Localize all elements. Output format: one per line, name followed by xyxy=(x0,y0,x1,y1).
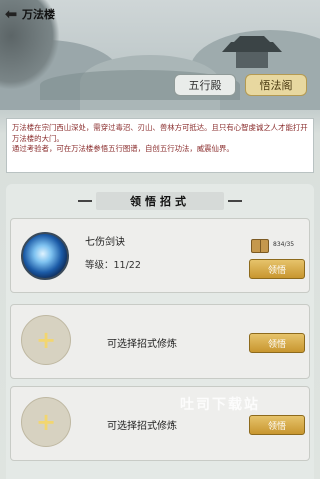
book-count: 834/35 xyxy=(273,241,295,248)
add-skill-icon[interactable]: + xyxy=(21,315,71,365)
top-bar: ⬅ 万法楼 xyxy=(0,4,100,24)
comprehend-button[interactable]: 领悟 xyxy=(249,259,305,279)
skill-name: 七伤剑诀 xyxy=(85,237,125,248)
description-line-1: 万法楼在宗门西山深处，需穿过毒沼、刃山、兽林方可抵达。且只有心智虔诚之人才能打开… xyxy=(12,123,308,143)
empty-slot-label: 可选择招式修炼 xyxy=(107,339,177,350)
comprehend-button[interactable]: 领悟 xyxy=(249,415,305,435)
pagoda-illustration xyxy=(222,36,282,72)
tab-wufa-pavilion[interactable]: 悟法阁 xyxy=(245,74,307,96)
skill-card: 七伤剑诀 等级：11/22 834/35 领悟 xyxy=(10,218,310,293)
empty-skill-slot: + 可选择招式修炼 领悟 xyxy=(10,304,310,379)
section-title: 领悟招式 xyxy=(78,192,242,210)
back-arrow-icon[interactable]: ⬅ xyxy=(0,4,22,24)
tab-wuxing-hall[interactable]: 五行殿 xyxy=(174,74,236,96)
book-icon xyxy=(251,239,269,253)
empty-slot-label: 可选择招式修炼 xyxy=(107,421,177,432)
watermark-text: 吐司下载站 xyxy=(180,397,260,413)
empty-skill-slot: + 可选择招式修炼 领悟 xyxy=(10,386,310,461)
skill-level: 等级：11/22 xyxy=(85,260,141,271)
description-box: 万法楼在宗门西山深处，需穿过毒沼、刃山、兽林方可抵达。且只有心智虔诚之人才能打开… xyxy=(6,118,314,173)
add-skill-icon[interactable]: + xyxy=(21,397,71,447)
comprehend-button[interactable]: 领悟 xyxy=(249,333,305,353)
skill-sword-icon[interactable] xyxy=(21,232,69,280)
description-line-2: 通过考验者，可在万法楼参悟五行图谱，自创五行功法，威震仙界。 xyxy=(12,144,234,153)
page-title: 万法楼 xyxy=(22,8,55,21)
